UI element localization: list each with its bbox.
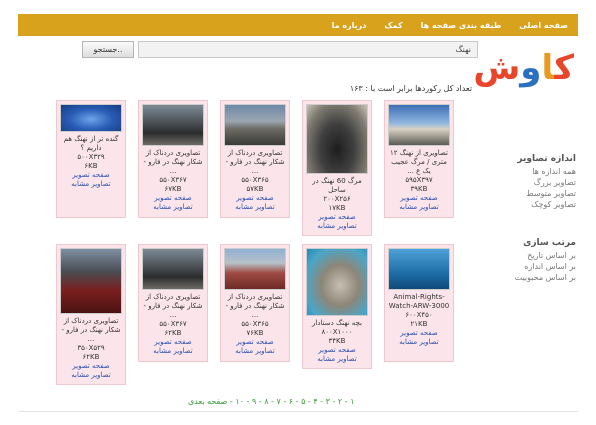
image-page-link[interactable]: صفحه تصویر (60, 362, 122, 371)
results-row: Animal-Rights-Watch-ARW-3000 ۶۰۰X۴۵۰ ۲۱K… (54, 244, 454, 385)
result-filesize: ۶۲KB (82, 353, 100, 361)
nav-home[interactable]: صفحه اصلی (519, 21, 568, 30)
result-card: تصاویری دردناک از شکار نهنگ در فارو - ..… (220, 100, 290, 218)
result-title: گنده تر از نهنگ هم داریم ؟ (63, 135, 119, 152)
result-dimensions: ۵۵۰X۳۶۵ (241, 176, 269, 184)
similar-images-link[interactable]: تصاویر مشابه (60, 180, 122, 189)
result-dimensions: ۵۹۵X۳۹۷ (405, 176, 433, 184)
result-card: Animal-Rights-Watch-ARW-3000 ۶۰۰X۴۵۰ ۲۱K… (384, 244, 454, 362)
result-thumbnail[interactable] (224, 248, 286, 290)
result-filesize: ۳۴KB (328, 337, 346, 345)
site-logo[interactable]: کاوش (473, 42, 575, 100)
pagination[interactable]: ۱ - ۲ - ۳ - ۴ - ۵ - ۶ - ۷ - ۸ - ۹ - ۱۰ -… (188, 397, 354, 406)
result-thumbnail[interactable] (388, 104, 450, 146)
result-card: تصاویری دردناک از شکار نهنگ در فارو - ..… (56, 244, 126, 385)
size-small-link[interactable]: تصاویر کوچک (498, 199, 576, 210)
search-button[interactable]: جستجو.. (82, 41, 134, 58)
footer-divider (18, 411, 578, 412)
result-dimensions: ۸۰۰X۱۰۰۰ (321, 328, 353, 336)
result-thumbnail[interactable] (142, 248, 204, 290)
result-title: بچه نهنگ دستادار (312, 319, 362, 327)
result-thumbnail[interactable] (60, 248, 122, 314)
sidebar: اندازه تصاویر همه اندازه ها تصاویر بزرگ … (498, 154, 576, 311)
result-filesize: ۳۹KB (410, 185, 428, 193)
result-title: تصاویری دردناک از شکار نهنگ در فارو - ..… (143, 149, 203, 175)
result-card: گنده تر از نهنگ هم داریم ؟ ۵۰۰X۳۲۹ ۶KB ص… (56, 100, 126, 218)
result-filesize: ۲۱KB (410, 320, 428, 328)
image-page-link[interactable]: صفحه تصویر (224, 338, 286, 347)
result-card: بچه نهنگ دستادار ۸۰۰X۱۰۰۰ ۳۴KB صفحه تصوی… (302, 244, 372, 369)
image-size-filter: اندازه تصاویر همه اندازه ها تصاویر بزرگ … (498, 154, 576, 210)
result-dimensions: ۵۰۰X۳۲۹ (77, 153, 105, 161)
result-filesize: ۵۷KB (246, 185, 264, 193)
similar-images-link[interactable]: تصاویر مشابه (224, 203, 286, 212)
result-dimensions: ۳۵۰X۵۲۹ (77, 344, 105, 352)
result-card: مرگ 60 نهنگ در ساحل ۲۰۰X۲۵۶ ۱۷KB صفحه تص… (302, 100, 372, 236)
image-page-link[interactable]: صفحه تصویر (142, 338, 204, 347)
results-grid: تصاویری از نهنگ ۱۲ متری / مرگ عجیب یک ع … (54, 100, 454, 388)
image-page-link[interactable]: صفحه تصویر (60, 171, 122, 180)
similar-images-link[interactable]: تصاویر مشابه (224, 347, 286, 356)
logo-text: کاوش (473, 48, 575, 88)
size-all-link[interactable]: همه اندازه ها (498, 166, 576, 177)
similar-images-link[interactable]: تصاویر مشابه (388, 203, 450, 212)
result-dimensions: ۵۵۰X۳۶۷ (159, 176, 187, 184)
nav-about[interactable]: درباره ما (332, 21, 367, 30)
result-thumbnail[interactable] (388, 248, 450, 290)
result-dimensions: ۲۰۰X۲۵۶ (323, 195, 351, 203)
result-title: تصاویری دردناک از شکار نهنگ در فارو - ..… (225, 293, 285, 319)
result-filesize: ۶۷KB (164, 185, 182, 193)
sort-date-link[interactable]: بر اساس تاریخ (498, 250, 576, 261)
result-dimensions: ۶۰۰X۴۵۰ (405, 311, 433, 319)
result-title: تصاویری دردناک از شکار نهنگ در فارو - ..… (61, 317, 121, 343)
result-filesize: ۶۲KB (164, 329, 182, 337)
result-card: تصاویری از نهنگ ۱۲ متری / مرگ عجیب یک ع … (384, 100, 454, 218)
result-thumbnail[interactable] (306, 104, 368, 174)
image-page-link[interactable]: صفحه تصویر (142, 194, 204, 203)
size-medium-link[interactable]: تصاویر متوسط (498, 188, 576, 199)
similar-images-link[interactable]: تصاویر مشابه (388, 338, 450, 347)
result-title: تصاویری دردناک از شکار نهنگ در فارو - ..… (143, 293, 203, 319)
result-title: Animal-Rights-Watch-ARW-3000 (388, 293, 450, 310)
result-thumbnail[interactable] (306, 248, 368, 316)
result-thumbnail[interactable] (60, 104, 122, 132)
result-dimensions: ۵۵۰X۳۶۵ (241, 320, 269, 328)
sort-size-link[interactable]: بر اساس اندازه (498, 261, 576, 272)
result-title: تصاویری از نهنگ ۱۲ متری / مرگ عجیب یک ع … (390, 149, 448, 175)
image-page-link[interactable]: صفحه تصویر (388, 194, 450, 203)
size-large-link[interactable]: تصاویر بزرگ (498, 177, 576, 188)
results-row: تصاویری از نهنگ ۱۲ متری / مرگ عجیب یک ع … (54, 100, 454, 236)
result-filesize: ۱۷KB (328, 204, 346, 212)
result-thumbnail[interactable] (224, 104, 286, 146)
result-card: تصاویری دردناک از شکار نهنگ در فارو - ..… (138, 100, 208, 218)
result-dimensions: ۵۵۰X۳۶۷ (159, 320, 187, 328)
result-title: تصاویری دردناک از شکار نهنگ در فارو - ..… (225, 149, 285, 175)
result-card: تصاویری دردناک از شکار نهنگ در فارو - ..… (220, 244, 290, 362)
similar-images-link[interactable]: تصاویر مشابه (142, 347, 204, 356)
result-card: تصاویری دردناک از شکار نهنگ در فارو - ..… (138, 244, 208, 362)
top-navbar: صفحه اصلی طبقه بندی صفحه ها کمک درباره م… (18, 14, 578, 36)
search-input[interactable] (138, 41, 478, 58)
similar-images-link[interactable]: تصاویر مشابه (306, 222, 368, 231)
sort-filter: مرتب سازی بر اساس تاریخ بر اساس اندازه ب… (498, 238, 576, 283)
nav-help[interactable]: کمک (384, 21, 402, 30)
image-size-title: اندازه تصاویر (517, 154, 576, 164)
similar-images-link[interactable]: تصاویر مشابه (60, 371, 122, 380)
image-page-link[interactable]: صفحه تصویر (388, 329, 450, 338)
nav-categories[interactable]: طبقه بندی صفحه ها (421, 21, 502, 30)
result-filesize: ۷۶KB (246, 329, 264, 337)
result-thumbnail[interactable] (142, 104, 204, 146)
result-title: مرگ 60 نهنگ در ساحل (312, 177, 362, 194)
similar-images-link[interactable]: تصاویر مشابه (306, 355, 368, 364)
result-count: تعداد کل رکوردها برابر است با : ۱۶۳ (349, 84, 472, 93)
sort-title: مرتب سازی (523, 238, 576, 248)
result-filesize: ۶KB (84, 162, 98, 170)
image-page-link[interactable]: صفحه تصویر (306, 346, 368, 355)
image-page-link[interactable]: صفحه تصویر (224, 194, 286, 203)
similar-images-link[interactable]: تصاویر مشابه (142, 203, 204, 212)
image-page-link[interactable]: صفحه تصویر (306, 213, 368, 222)
sort-popularity-link[interactable]: بر اساس محبوبیت (498, 272, 576, 283)
page: صفحه اصلی طبقه بندی صفحه ها کمک درباره م… (18, 14, 578, 414)
